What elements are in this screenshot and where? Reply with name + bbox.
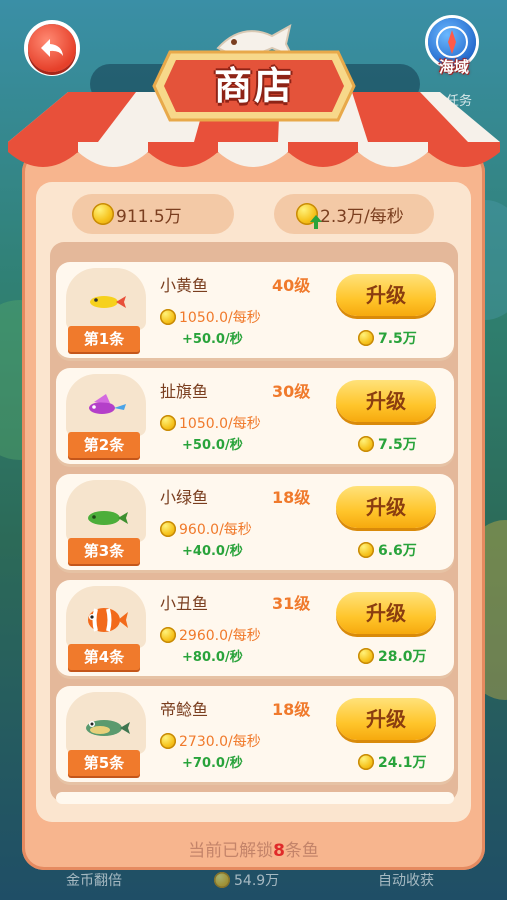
upgrade-cost-row: 24.1万 — [358, 752, 427, 772]
coin-icon — [160, 733, 176, 749]
coin-up-icon — [296, 203, 322, 229]
coin-icon — [160, 627, 176, 643]
fish-bonus: +70.0/秒 — [182, 756, 243, 771]
fish-level: 40级 — [272, 276, 311, 295]
upgrade-cost-row: 7.5万 — [358, 434, 417, 454]
fish-level: 18级 — [272, 488, 311, 507]
fish-name: 小绿鱼 — [160, 488, 209, 507]
income-rate: 2.3万/每秒 — [320, 206, 404, 227]
back-arrow-icon — [41, 39, 63, 57]
fish-avatar — [66, 374, 146, 436]
fish-rank-tag: 第5条 — [68, 750, 140, 776]
green-fish-icon — [88, 511, 128, 525]
fish-rate-row: 1050.0/每秒 — [160, 307, 261, 327]
sea-area-label: 海域 — [438, 58, 469, 76]
fish-rate-row: 2960.0/每秒 — [160, 625, 261, 645]
bottom-coin-amount: 54.9万 — [214, 870, 279, 890]
fish-bonus: +50.0/秒 — [182, 438, 243, 453]
fish-rate-row: 2730.0/每秒 — [160, 731, 261, 751]
fish-avatar — [66, 480, 146, 542]
upgrade-cost: 6.6万 — [378, 543, 417, 559]
fish-card: 第5条 帝鲶鱼 18级 2730.0/每秒 +70.0/秒 升级 24.1万 — [56, 686, 454, 782]
fish-rate-row: 960.0/每秒 — [160, 519, 252, 539]
fish-rank-tag: 第2条 — [68, 432, 140, 458]
fish-avatar — [66, 692, 146, 754]
upgrade-cost: 28.0万 — [378, 649, 427, 665]
back-button[interactable] — [28, 24, 76, 72]
coin-icon — [160, 521, 176, 537]
unlocked-suffix: 条鱼 — [284, 841, 319, 861]
coin-icon — [358, 542, 374, 558]
upgrade-cost: 7.5万 — [378, 331, 417, 347]
fish-avatar — [66, 268, 146, 330]
upgrade-cost-row: 6.6万 — [358, 540, 417, 560]
unlocked-prefix: 当前已解锁 — [188, 841, 274, 861]
fish-bonus: +80.0/秒 — [182, 650, 243, 665]
fish-avatar — [66, 586, 146, 648]
coin-icon — [358, 754, 374, 770]
fish-rate: 960.0/每秒 — [179, 522, 252, 538]
catfish-icon — [86, 720, 130, 736]
coin-icon — [214, 872, 230, 888]
fish-rank-tag: 第3条 — [68, 538, 140, 564]
income-rate-pill: 2.3万/每秒 — [274, 194, 434, 234]
coin-icon — [160, 415, 176, 431]
upgrade-button[interactable]: 升级 — [336, 698, 436, 740]
coin-icon — [358, 330, 374, 346]
coin-icon — [160, 309, 176, 325]
fish-card: 第3条 小绿鱼 18级 960.0/每秒 +40.0/秒 升级 6.6万 — [56, 474, 454, 570]
coin-icon — [358, 436, 374, 452]
fish-rate: 1050.0/每秒 — [179, 310, 261, 326]
up-arrow-icon — [310, 215, 322, 229]
upgrade-button[interactable]: 升级 — [336, 274, 436, 316]
coin-icon — [358, 648, 374, 664]
fish-rank-tag: 第4条 — [68, 644, 140, 670]
bottom-coin-value: 54.9万 — [234, 873, 280, 889]
fish-rate: 2960.0/每秒 — [179, 628, 261, 644]
fish-bonus: +40.0/秒 — [182, 544, 243, 559]
clownfish-icon — [88, 608, 128, 632]
upgrade-button[interactable]: 升级 — [336, 592, 436, 634]
unlocked-count: 8 — [273, 841, 285, 861]
fish-card: 第1条 小黄鱼 40级 1050.0/每秒 +50.0/秒 升级 7.5万 — [56, 262, 454, 358]
fish-name: 小丑鱼 — [160, 594, 209, 613]
fish-rank-tag: 第1条 — [68, 326, 140, 352]
fish-rate: 1050.0/每秒 — [179, 416, 261, 432]
fish-card: 第2条 扯旗鱼 30级 1050.0/每秒 +50.0/秒 升级 7.5万 — [56, 368, 454, 464]
shop-title: 商店 — [213, 64, 294, 108]
unlocked-count-note: 当前已解锁8条鱼 — [0, 836, 507, 861]
fish-level: 30级 — [272, 382, 311, 401]
double-coins-label[interactable]: 金币翻倍 — [66, 870, 122, 890]
upgrade-button[interactable]: 升级 — [336, 486, 436, 528]
upgrade-cost-row: 28.0万 — [358, 646, 427, 666]
upgrade-cost: 24.1万 — [378, 755, 427, 771]
auto-collect-label[interactable]: 自动收获 — [378, 870, 434, 890]
fish-bonus: +50.0/秒 — [182, 332, 243, 347]
purple-fish-icon — [89, 394, 126, 414]
coin-balance: 911.5万 — [116, 206, 182, 227]
fish-name: 帝鲶鱼 — [160, 700, 209, 719]
fish-level: 18级 — [272, 700, 311, 719]
upgrade-cost: 7.5万 — [378, 437, 417, 453]
fish-card-partial — [56, 792, 454, 804]
fish-rate-row: 1050.0/每秒 — [160, 413, 261, 433]
coin-icon — [92, 203, 114, 225]
fish-level: 31级 — [272, 594, 311, 613]
upgrade-cost-row: 7.5万 — [358, 328, 417, 348]
upgrade-button[interactable]: 升级 — [336, 380, 436, 422]
fish-name: 小黄鱼 — [160, 276, 209, 295]
fish-rate: 2730.0/每秒 — [179, 734, 261, 750]
fish-name: 扯旗鱼 — [160, 382, 209, 401]
coin-balance-pill: 911.5万 — [72, 194, 234, 234]
yellow-fish-icon — [90, 296, 126, 308]
fish-card: 第4条 小丑鱼 31级 2960.0/每秒 +80.0/秒 升级 28.0万 — [56, 580, 454, 676]
